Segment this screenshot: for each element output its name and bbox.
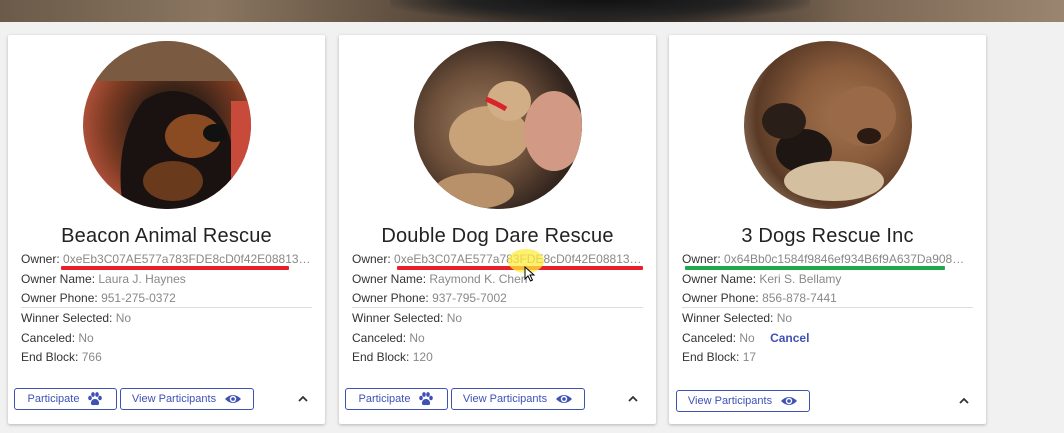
banner-shadow	[390, 0, 810, 22]
green-underline-annotation	[685, 266, 945, 270]
end-block-row: End Block: 120	[352, 350, 433, 364]
card-title: Double Dog Dare Rescue	[381, 225, 614, 247]
winner-selected-row: Winner Selected: No	[682, 311, 793, 325]
view-participants-button[interactable]: View Participants	[120, 388, 254, 410]
rescue-card: Beacon Animal Rescue Owner: 0xeEb3C07AE5…	[8, 35, 325, 424]
card-title: Beacon Animal Rescue	[61, 225, 272, 247]
chevron-up-icon[interactable]	[957, 394, 971, 408]
canceled-row: Canceled: No Cancel	[682, 331, 810, 345]
end-block-row: End Block: 17	[682, 350, 757, 364]
owner-row: Owner: 0xeEb3C07AE577a783FDE8cD0f42E0881…	[21, 252, 312, 266]
winner-selected-row: Winner Selected: No	[352, 311, 463, 325]
dog-photo	[83, 41, 251, 209]
winner-selected-row: Winner Selected: No	[21, 311, 132, 325]
canceled-row: Canceled: No	[352, 331, 425, 345]
view-participants-button[interactable]: View Participants	[451, 388, 585, 410]
divider	[352, 307, 643, 308]
eye-icon	[781, 397, 798, 405]
mouse-cursor-icon	[524, 266, 536, 282]
red-underline-annotation	[61, 266, 289, 270]
chevron-up-icon[interactable]	[626, 392, 640, 406]
owner-name-row: Owner Name: Keri S. Bellamy	[682, 272, 842, 286]
end-block-row: End Block: 766	[21, 350, 102, 364]
dog-photo	[744, 41, 912, 209]
card-title: 3 Dogs Rescue Inc	[741, 225, 914, 247]
owner-name-row: Owner Name: Laura J. Haynes	[21, 272, 186, 286]
paw-icon	[419, 392, 434, 406]
owner-address: 0xeEb3C07AE577a783FDE8cD0f42E0881329…	[63, 252, 312, 266]
participate-button[interactable]: Participate	[14, 388, 117, 410]
owner-phone-row: Owner Phone: 937-795-7002	[352, 291, 507, 305]
rescue-card: 3 Dogs Rescue Inc Owner: 0x64Bb0c1584f98…	[669, 35, 986, 424]
cancel-link[interactable]: Cancel	[770, 331, 809, 345]
dog-photo	[414, 41, 582, 209]
divider	[21, 307, 312, 308]
rescue-card: Double Dog Dare Rescue Owner: 0xeEb3C07A…	[339, 35, 656, 424]
eye-icon	[225, 395, 242, 403]
divider	[682, 307, 973, 308]
chevron-up-icon[interactable]	[296, 392, 310, 406]
eye-icon	[556, 395, 573, 403]
paw-icon	[88, 392, 103, 406]
canceled-row: Canceled: No	[21, 331, 94, 345]
owner-phone-row: Owner Phone: 856-878-7441	[682, 291, 837, 305]
owner-name-row: Owner Name: Raymond K. Chen	[352, 272, 528, 286]
view-participants-button[interactable]: View Participants	[676, 390, 810, 412]
owner-row: Owner: 0xeEb3C07AE577a783FDE8cD0f42E0881…	[352, 252, 647, 266]
owner-address: 0x64Bb0c1584f9846ef934B6f9A637Da908DC…	[724, 252, 973, 266]
participate-button[interactable]: Participate	[345, 388, 448, 410]
owner-phone-row: Owner Phone: 951-275-0372	[21, 291, 176, 305]
owner-row: Owner: 0x64Bb0c1584f9846ef934B6f9A637Da9…	[682, 252, 973, 266]
